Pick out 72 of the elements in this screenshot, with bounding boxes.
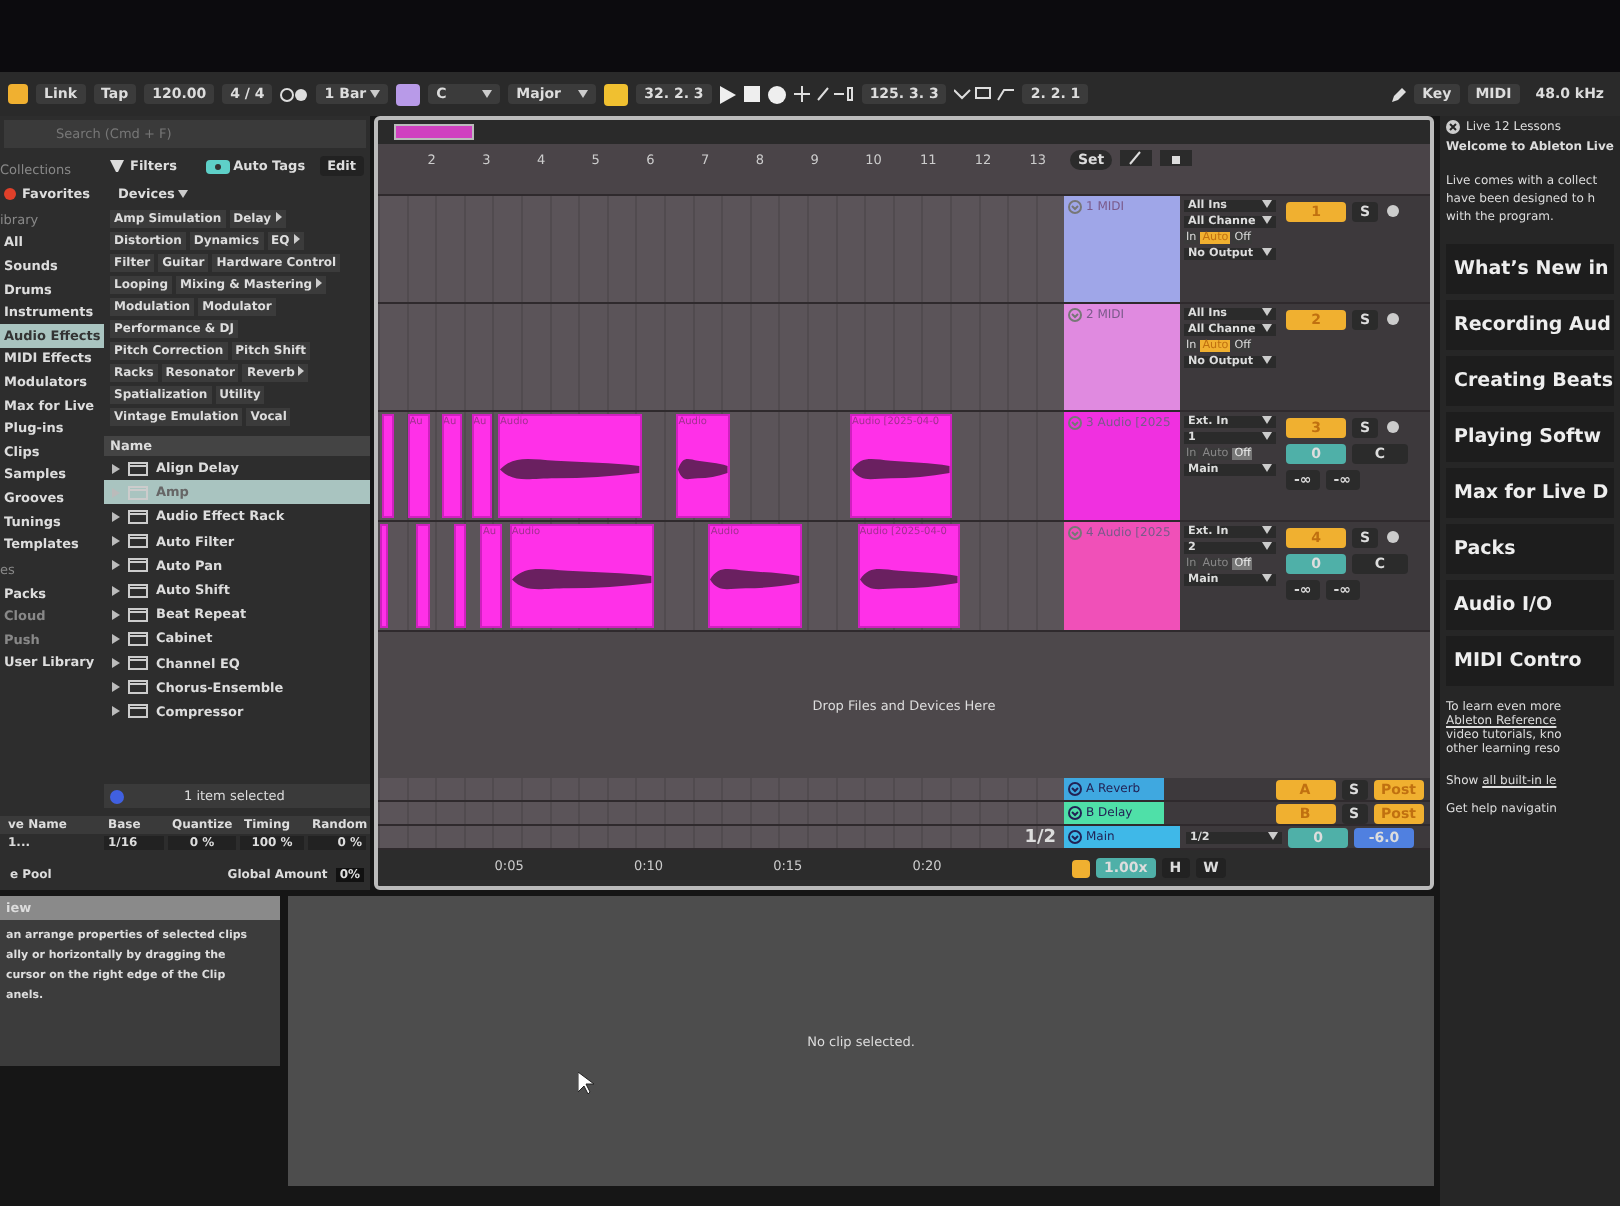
- audio-clip[interactable]: [380, 524, 388, 628]
- arm-icon[interactable]: [1384, 310, 1403, 328]
- pencil-icon[interactable]: [1392, 87, 1407, 101]
- device-icon: [128, 558, 148, 573]
- audio-clip[interactable]: [416, 524, 431, 628]
- caret-icon: [578, 90, 589, 98]
- device-icon: [128, 656, 148, 671]
- info-icon: [110, 789, 124, 803]
- caret-icon: [1262, 356, 1272, 364]
- lesson-button[interactable]: What’s New in: [1446, 244, 1614, 294]
- stop-icon[interactable]: [743, 86, 760, 102]
- cursor-icon: [578, 1072, 594, 1094]
- expand-icon[interactable]: [112, 511, 120, 522]
- caret-icon: [1262, 464, 1272, 472]
- lesson-button[interactable]: Creating Beats: [1446, 356, 1614, 406]
- lesson-button[interactable]: Playing Softw: [1446, 412, 1614, 462]
- caret-icon: [1268, 831, 1278, 839]
- eye-icon: [205, 159, 230, 173]
- chevron-icon: [316, 278, 323, 288]
- filter-icon: [110, 160, 124, 172]
- audio-clip[interactable]: [382, 414, 394, 518]
- close-icon[interactable]: [1446, 120, 1460, 134]
- chevron-icon: [275, 212, 281, 222]
- lesson-button[interactable]: Packs: [1446, 524, 1614, 574]
- fold-icon[interactable]: [1068, 830, 1082, 844]
- lesson-button[interactable]: MIDI Contro: [1446, 636, 1614, 686]
- follow-button[interactable]: [1072, 859, 1090, 877]
- follow-button[interactable]: [604, 83, 629, 105]
- device-icon: [128, 607, 148, 622]
- audio-clip[interactable]: [454, 524, 466, 628]
- caret-icon: [482, 90, 493, 98]
- chevron-icon: [293, 234, 300, 244]
- caret-icon: [178, 190, 189, 198]
- ext-sync-button[interactable]: [8, 84, 28, 104]
- expand-icon[interactable]: [112, 658, 120, 669]
- expand-icon[interactable]: [112, 633, 120, 644]
- fold-icon[interactable]: [1068, 806, 1082, 820]
- lock-icon[interactable]: [1160, 150, 1193, 166]
- expand-icon[interactable]: [112, 585, 120, 596]
- scale-button[interactable]: [396, 83, 421, 105]
- arm-icon[interactable]: [1384, 528, 1403, 546]
- play-icon[interactable]: [719, 85, 736, 103]
- device-icon: [128, 461, 148, 476]
- device-icon: [128, 583, 148, 598]
- lesson-button[interactable]: Max for Live D: [1446, 468, 1614, 518]
- page-indicator: 1/2: [1022, 826, 1058, 848]
- pencil-icon[interactable]: [1120, 150, 1153, 166]
- device-icon: [128, 704, 148, 719]
- caret-icon: [370, 90, 381, 98]
- lesson-button[interactable]: Audio I/O: [1446, 580, 1614, 630]
- fold-icon[interactable]: [1068, 782, 1082, 796]
- expand-icon[interactable]: [112, 536, 120, 547]
- expand-icon[interactable]: [112, 682, 120, 693]
- lesson-button[interactable]: Recording Aud: [1446, 300, 1614, 350]
- loop-icon[interactable]: [954, 86, 1015, 102]
- arm-icon[interactable]: [1384, 418, 1403, 436]
- expand-icon[interactable]: [112, 706, 120, 717]
- expand-icon[interactable]: [112, 463, 120, 474]
- expand-icon[interactable]: [112, 560, 120, 571]
- device-icon: [128, 485, 148, 500]
- metronome-icon[interactable]: [280, 87, 309, 101]
- device-icon: [128, 680, 148, 695]
- chevron-icon: [298, 366, 305, 376]
- expand-icon[interactable]: [112, 609, 120, 620]
- device-icon: [128, 631, 148, 646]
- caret-icon: [1262, 574, 1272, 582]
- caret-icon: [1262, 248, 1272, 256]
- arm-icon[interactable]: [1384, 202, 1403, 220]
- overdub-icon[interactable]: [793, 86, 854, 102]
- device-icon: [128, 509, 148, 524]
- device-icon: [128, 534, 148, 549]
- record-icon[interactable]: [767, 85, 786, 103]
